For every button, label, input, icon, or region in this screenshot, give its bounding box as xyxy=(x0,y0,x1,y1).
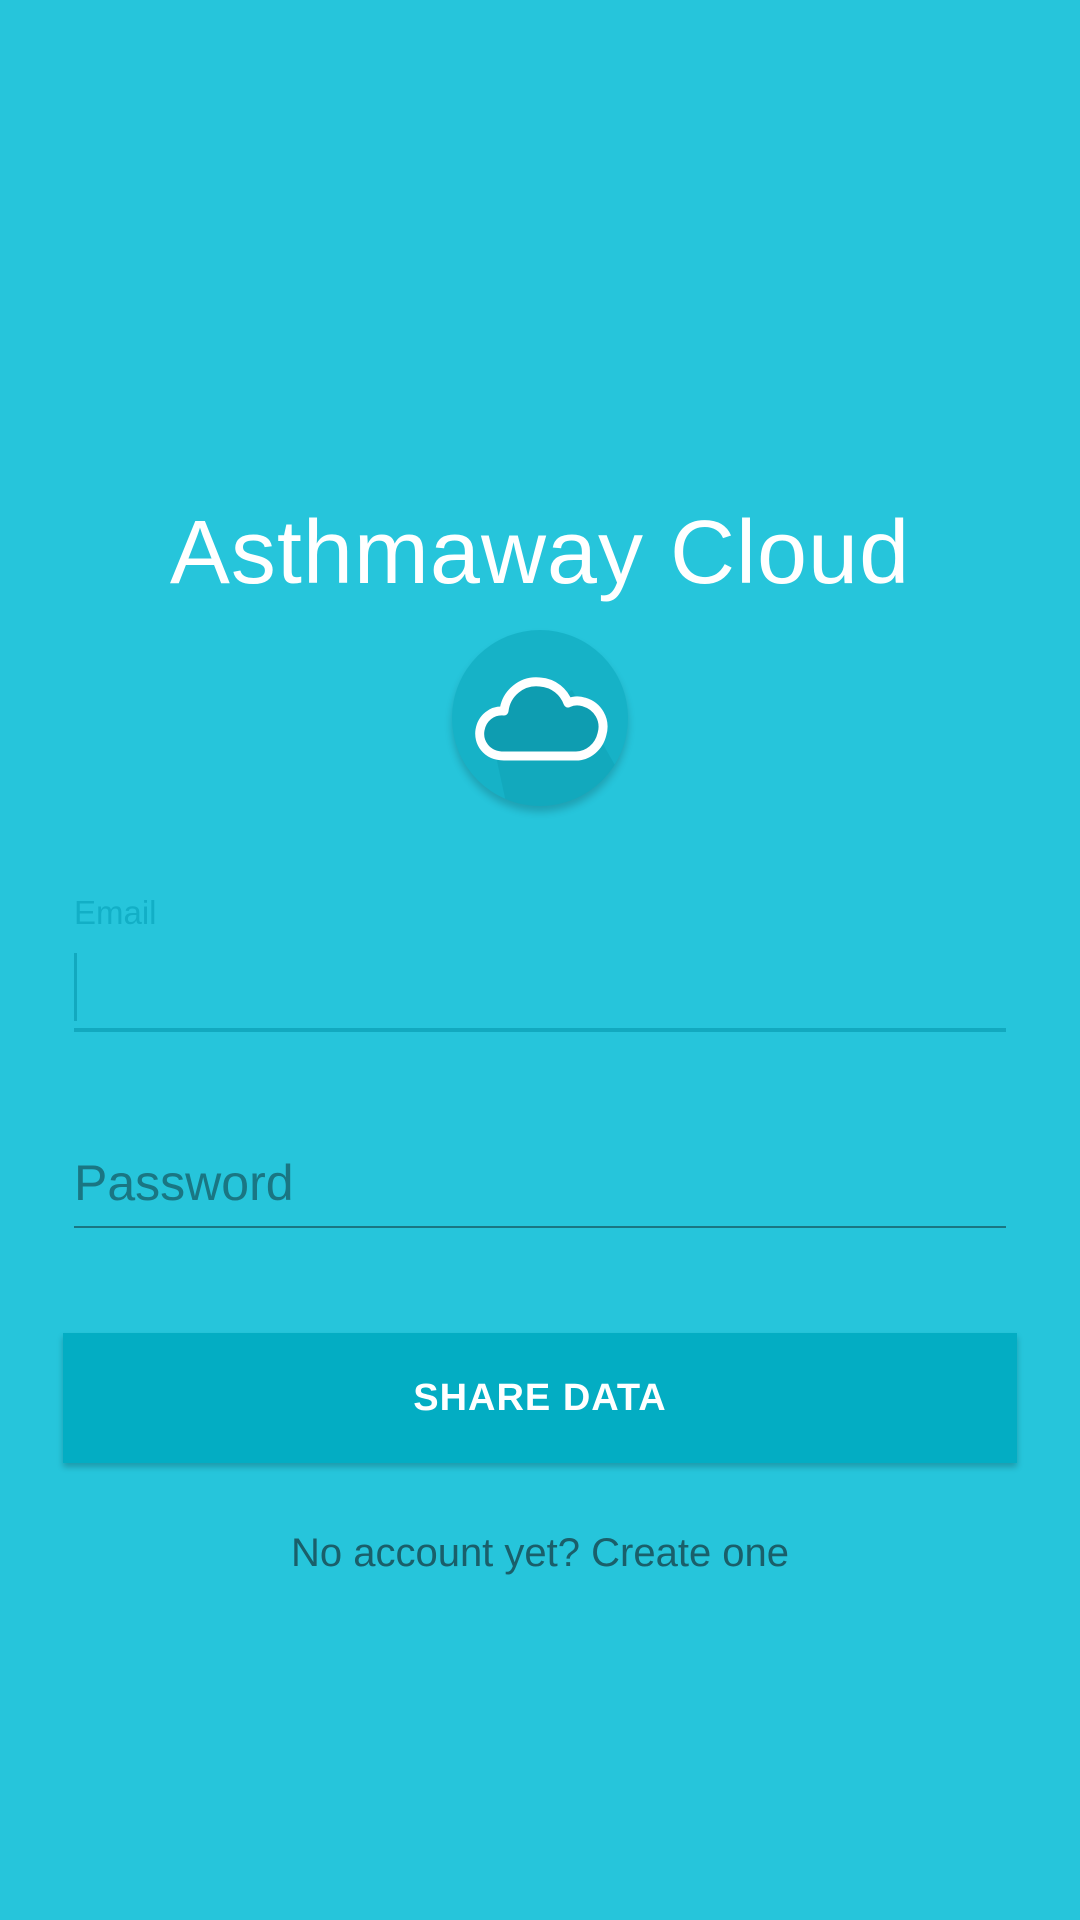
login-screen: Asthmaway Cloud Email SHARE DATA No acco… xyxy=(0,0,1080,1920)
email-label: Email xyxy=(74,894,157,931)
cloud-icon xyxy=(475,677,628,806)
password-field[interactable] xyxy=(74,1140,1006,1228)
email-field[interactable] xyxy=(74,950,1006,1032)
app-title: Asthmaway Cloud xyxy=(169,503,911,603)
share-data-button[interactable]: SHARE DATA xyxy=(63,1333,1017,1463)
text-cursor xyxy=(74,953,77,1021)
logo xyxy=(452,630,628,806)
create-account-link[interactable]: No account yet? Create one xyxy=(0,1529,1080,1577)
